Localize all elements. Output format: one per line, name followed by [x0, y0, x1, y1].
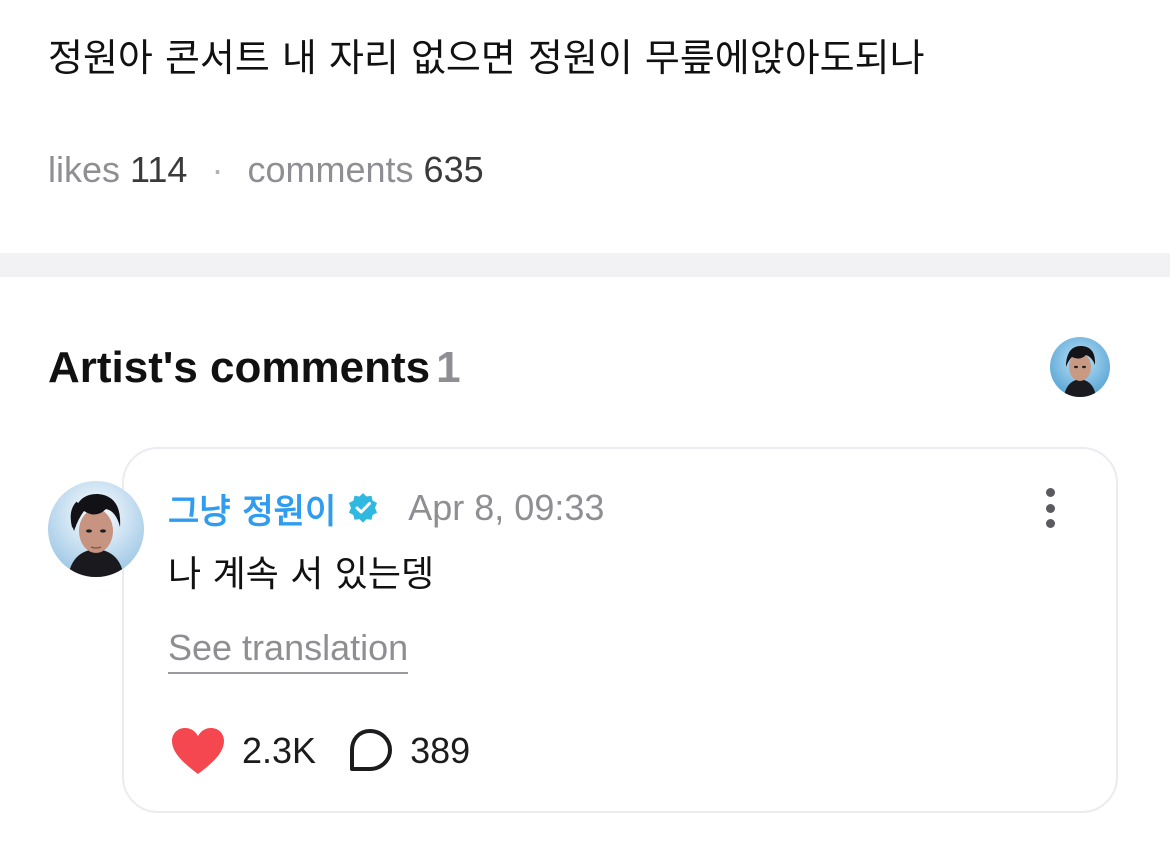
more-options-icon[interactable] [1032, 486, 1068, 530]
heart-icon [170, 726, 226, 776]
comment-actions: 2.3K 389 [170, 724, 470, 778]
post-stats: likes 114 · comments 635 [48, 146, 484, 194]
comment-author-avatar-image [48, 481, 144, 577]
artist-avatar[interactable] [1050, 337, 1110, 397]
comment-text: 나 계속 서 있는뎅 [168, 554, 435, 595]
stats-separator: · [211, 149, 224, 190]
comment-bubble-icon [346, 727, 394, 775]
artist-comments-count: 1 [436, 343, 461, 392]
section-divider [0, 253, 1170, 277]
comments-label: comments [247, 149, 414, 190]
like-count: 2.3K [242, 730, 317, 771]
artist-comments-title: Artist's comments 1 [48, 338, 461, 398]
likes-count: 114 [130, 149, 188, 190]
like-button[interactable]: 2.3K [170, 726, 316, 776]
likes-label: likes [48, 149, 121, 190]
more-dot [1045, 488, 1055, 497]
artist-comments-heading: Artist's comments [48, 343, 431, 392]
post-text: 정원아 콘서트 내 자리 없으면 정원이 무릎에앉아도되나 [48, 36, 925, 80]
verified-badge-icon [346, 491, 380, 525]
comment-author-avatar[interactable] [48, 481, 144, 577]
comment-header: 그냥 정원이 Apr 8, 09:33 [168, 484, 604, 532]
reply-button[interactable]: 389 [346, 727, 470, 775]
comments-count: 635 [423, 149, 484, 190]
more-dot [1045, 503, 1055, 513]
see-translation-link[interactable]: See translation [168, 624, 409, 674]
artist-avatar-image [1050, 337, 1110, 397]
more-dot [1045, 519, 1055, 528]
comment-timestamp: Apr 8, 09:33 [408, 487, 605, 528]
comment-author-name[interactable]: 그냥 정원이 [168, 484, 336, 533]
reply-count: 389 [410, 730, 471, 771]
